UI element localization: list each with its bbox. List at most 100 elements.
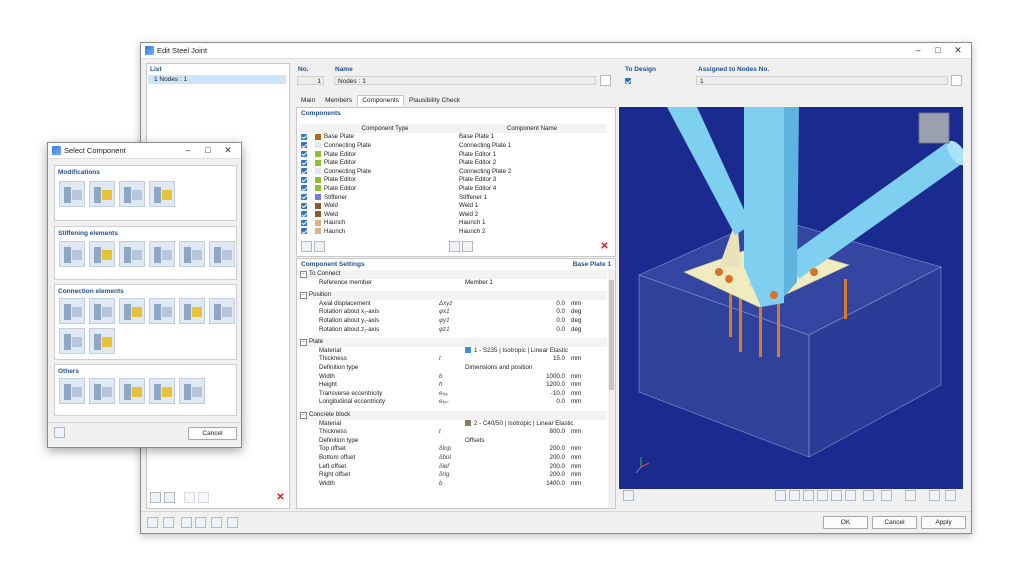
component-tile[interactable] xyxy=(149,378,175,404)
tab-members[interactable]: Members xyxy=(320,95,357,106)
component-tile[interactable] xyxy=(89,378,115,404)
setting-value[interactable]: 1400.0 xyxy=(546,480,565,489)
component-row[interactable]: Plate Editor Plate Editor 1 xyxy=(299,150,607,159)
name-field[interactable]: Nodes : 1 xyxy=(334,76,596,85)
dialog-minimize-button[interactable]: – xyxy=(181,144,195,157)
no-field[interactable]: 1 xyxy=(297,76,324,85)
component-tile[interactable] xyxy=(59,181,85,207)
component-checkbox[interactable] xyxy=(301,202,307,209)
export-icon[interactable] xyxy=(945,490,956,501)
component-checkbox[interactable] xyxy=(301,228,307,235)
settings-row[interactable]: Rotation about y₁-axis φy1 0.0 deg xyxy=(297,317,607,326)
ok-button[interactable]: OK xyxy=(823,516,868,529)
close-button[interactable]: ✕ xyxy=(951,44,965,57)
component-checkbox[interactable] xyxy=(301,168,307,175)
settings-row[interactable]: Definition type Dimensions and position xyxy=(297,364,607,373)
component-tile[interactable] xyxy=(89,328,115,354)
setting-value[interactable]: -10.0 xyxy=(551,390,565,399)
setting-value[interactable]: 0.0 xyxy=(556,300,565,309)
collapse-icon[interactable]: − xyxy=(300,271,307,278)
dialog-close-button[interactable]: ✕ xyxy=(221,144,235,157)
component-checkbox[interactable] xyxy=(301,142,307,149)
display-table-icon[interactable] xyxy=(181,517,192,528)
copy-joint-icon[interactable] xyxy=(164,492,175,503)
component-tile[interactable] xyxy=(149,241,175,267)
component-row[interactable]: Connecting Plate Connecting Plate 2 xyxy=(299,167,607,176)
component-tile[interactable] xyxy=(59,241,85,267)
component-tile[interactable] xyxy=(119,378,145,404)
component-row[interactable]: Connecting Plate Connecting Plate 1 xyxy=(299,141,607,150)
setting-value[interactable]: 200.0 xyxy=(550,445,565,454)
component-tile[interactable] xyxy=(179,298,205,324)
to-design-checkbox[interactable] xyxy=(625,78,631,85)
settings-group-header[interactable]: − Concrete block xyxy=(297,411,607,420)
move-down-icon[interactable] xyxy=(314,241,325,252)
component-checkbox[interactable] xyxy=(301,176,307,183)
setting-value[interactable]: 0.0 xyxy=(556,317,565,326)
component-row[interactable]: Plate Editor Plate Editor 3 xyxy=(299,176,607,185)
settings-row[interactable]: Rotation about z₁-axis φz1 0.0 deg xyxy=(297,326,607,335)
component-tile[interactable] xyxy=(119,241,145,267)
view-x-icon[interactable] xyxy=(775,490,786,501)
component-tile[interactable] xyxy=(119,298,145,324)
component-checkbox[interactable] xyxy=(301,133,307,140)
component-tile[interactable] xyxy=(119,181,145,207)
setting-value[interactable]: 15.0 xyxy=(553,355,565,364)
material-value[interactable]: 1 - S235 | Isotropic | Linear Elastic xyxy=(465,347,568,356)
component-tile[interactable] xyxy=(89,181,115,207)
component-tile[interactable] xyxy=(209,241,235,267)
component-checkbox[interactable] xyxy=(301,159,307,166)
render-mode-icon[interactable] xyxy=(845,490,856,501)
view-iso-icon[interactable] xyxy=(817,490,828,501)
info-icon[interactable] xyxy=(227,517,238,528)
setting-value[interactable]: Dimensions and position xyxy=(465,364,532,373)
assigned-nodes-field[interactable]: 1 xyxy=(696,76,948,85)
component-tile[interactable] xyxy=(89,241,115,267)
settings-row[interactable]: Longitudinal eccentricity eₗₒₙ 0.0 mm xyxy=(297,398,607,407)
component-tile[interactable] xyxy=(59,328,85,354)
setting-value[interactable]: 200.0 xyxy=(550,454,565,463)
delete-component-icon[interactable]: ✕ xyxy=(599,241,610,252)
settings-group-header[interactable]: − Position xyxy=(297,291,607,300)
settings-row[interactable]: Width b 1400.0 mm xyxy=(297,480,607,489)
component-checkbox[interactable] xyxy=(301,211,307,218)
view-y-icon[interactable] xyxy=(789,490,800,501)
settings-row[interactable]: Thickness t 15.0 mm xyxy=(297,355,607,364)
view-fit-icon[interactable] xyxy=(831,490,842,501)
settings-row[interactable]: Material 2 - C40/50 | Isotropic | Linear … xyxy=(297,420,607,429)
tab-components[interactable]: Components xyxy=(357,95,405,106)
dialog-maximize-button[interactable]: □ xyxy=(201,144,215,157)
settings-row[interactable]: Left offset δlef 200.0 mm xyxy=(297,463,607,472)
section-icon[interactable] xyxy=(881,490,892,501)
settings-row[interactable]: Definition type Offsets xyxy=(297,437,607,446)
renumber-icon[interactable] xyxy=(198,492,209,503)
units-icon[interactable] xyxy=(163,517,174,528)
settings-group-header[interactable]: − To Connect xyxy=(297,270,607,279)
settings-row[interactable]: Right offset δrig 200.0 mm xyxy=(297,471,607,480)
maximize-button[interactable]: □ xyxy=(931,44,945,57)
collapse-icon[interactable]: − xyxy=(300,412,307,419)
select-nodes-icon[interactable] xyxy=(951,75,962,86)
3d-viewport[interactable] xyxy=(619,107,963,489)
search-icon[interactable] xyxy=(147,517,158,528)
setting-value[interactable]: 0.0 xyxy=(556,308,565,317)
collapse-icon[interactable]: − xyxy=(300,292,307,300)
sort-icon[interactable] xyxy=(184,492,195,503)
dialog-cancel-button[interactable]: Cancel xyxy=(188,427,237,440)
apply-button[interactable]: Apply xyxy=(921,516,966,529)
settings-row[interactable]: Reference member Member 1 xyxy=(297,279,607,288)
tab-main[interactable]: Main xyxy=(296,95,320,106)
component-tile[interactable] xyxy=(59,298,85,324)
component-row[interactable]: Weld Weld 2 xyxy=(299,210,607,219)
component-tile[interactable] xyxy=(209,298,235,324)
settings-icon[interactable] xyxy=(195,517,206,528)
setting-value[interactable]: 1200.0 xyxy=(546,381,565,390)
view-z-icon[interactable] xyxy=(803,490,814,501)
setting-value[interactable]: 1000.0 xyxy=(546,373,565,382)
component-row[interactable]: Haunch Haunch 2 xyxy=(299,227,607,236)
component-row[interactable]: Base Plate Base Plate 1 xyxy=(299,133,607,142)
component-tile[interactable] xyxy=(149,298,175,324)
component-checkbox[interactable] xyxy=(301,193,307,200)
setting-value[interactable]: Offsets xyxy=(465,437,485,446)
display-options-icon[interactable] xyxy=(863,490,874,501)
